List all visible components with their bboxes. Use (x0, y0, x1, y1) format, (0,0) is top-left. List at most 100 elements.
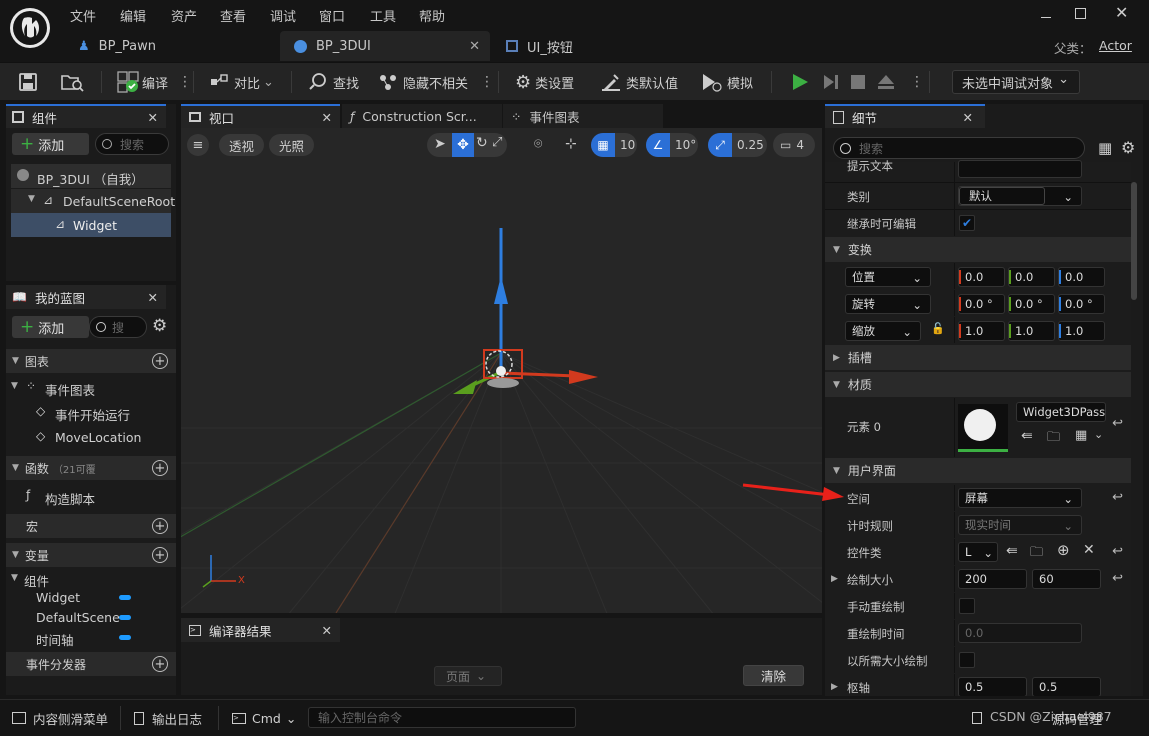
menu-edit[interactable]: 编辑 (120, 6, 146, 25)
rotation-z-input[interactable]: 0.0 ° (1058, 294, 1105, 314)
material-name-field[interactable]: Widget3DPassT (1016, 402, 1106, 422)
timing-dropdown[interactable]: 现实时间 ⌄ (958, 515, 1082, 535)
close-icon[interactable]: ✕ (322, 110, 332, 125)
expand-arrow-icon[interactable]: ▶ (831, 574, 838, 584)
play-button[interactable] (790, 70, 810, 94)
variable-widget[interactable]: Widget (6, 589, 176, 607)
add-circle-icon[interactable]: ⊕ (1057, 541, 1070, 559)
clear-button[interactable]: 清除 (743, 665, 804, 686)
blueprint-search-input[interactable]: 搜 (89, 316, 147, 338)
content-drawer-button[interactable]: 内容侧滑菜单 (12, 708, 108, 728)
tab-viewport[interactable]: 视口 ✕ (181, 104, 340, 128)
minimize-icon[interactable] (1038, 4, 1056, 22)
pivot-y-input[interactable]: 0.5 (1032, 677, 1101, 696)
reset-arrow-icon[interactable]: ↩ (1112, 544, 1123, 559)
tab-event-graph[interactable]: ⁘ 事件图表 (503, 104, 663, 128)
class-settings-button[interactable]: ⚙ 类设置 (515, 70, 574, 94)
add-component-button[interactable]: + 添加 (12, 133, 89, 155)
compile-button[interactable]: 编译 ⋮ (117, 70, 192, 94)
tree-item-self[interactable]: BP_3DUI （自我） (11, 164, 171, 188)
output-log-button[interactable]: 输出日志 (134, 708, 202, 728)
settings-gear-icon[interactable]: ⚙ (1121, 138, 1135, 157)
tab-construction-script[interactable]: ƒ Construction Scr... (342, 104, 502, 128)
category-dropdown[interactable]: 默认 ⌄ (958, 186, 1082, 206)
rotation-y-input[interactable]: 0.0 ° (1008, 294, 1055, 314)
eject-button[interactable] (876, 70, 896, 94)
menu-asset[interactable]: 资产 (171, 6, 197, 25)
tree-item-move-location[interactable]: ◇ MoveLocation (6, 426, 176, 448)
menu-tools[interactable]: 工具 (370, 6, 396, 25)
doc-tab-bp-3dui[interactable]: BP_3DUI ✕ (280, 31, 490, 61)
play-options-icon[interactable]: ⋮ (910, 70, 924, 94)
inherit-editable-checkbox[interactable]: ✔ (959, 215, 975, 231)
tree-item-default-scene-root[interactable]: ▼ ⊿ DefaultSceneRoot (11, 189, 175, 213)
close-icon[interactable]: ✕ (963, 110, 973, 125)
expand-arrow-icon[interactable]: ▶ (831, 682, 838, 692)
browse-folder-icon[interactable]: 🗀 (1047, 428, 1060, 450)
variable-default-scene[interactable]: DefaultScene (6, 609, 176, 627)
stop-button[interactable] (850, 70, 866, 94)
details-tab[interactable]: 细节 ✕ (825, 104, 985, 128)
rotation-x-input[interactable]: 0.0 ° (958, 294, 1005, 314)
details-scrollbar[interactable] (1131, 182, 1137, 300)
section-graphs[interactable]: ▼ 图表 + (6, 349, 176, 373)
maximize-icon[interactable] (1075, 8, 1086, 19)
location-y-input[interactable]: 0.0 (1008, 267, 1055, 287)
tree-item-components[interactable]: ▼ 组件 (6, 570, 176, 589)
world-local-icon[interactable]: ⌾ (534, 136, 542, 152)
checker-icon[interactable]: ▦ (1075, 428, 1087, 443)
surface-snapping-icon[interactable]: ⊹ (565, 136, 577, 152)
class-defaults-button[interactable]: 类默认值 (601, 70, 678, 94)
compile-options-icon[interactable]: ⋮ (178, 74, 192, 90)
my-blueprint-tab[interactable]: 📖 我的蓝图 ✕ (6, 285, 166, 309)
close-icon[interactable]: ✕ (148, 110, 158, 125)
material-thumbnail[interactable] (958, 404, 1008, 452)
parent-class-link[interactable]: Actor (1099, 38, 1132, 53)
browse-button[interactable] (60, 70, 84, 94)
manual-redraw-checkbox[interactable] (959, 598, 975, 614)
grid-snap-toggle[interactable]: ▦ 10 (591, 133, 637, 157)
section-sockets[interactable]: ▶ 插槽 (825, 345, 1131, 370)
use-selected-icon[interactable]: ⇚ (1021, 428, 1033, 444)
hide-unrelated-button[interactable]: 隐藏不相关 ⋮ (378, 70, 494, 94)
lock-icon[interactable]: 🔓 (931, 322, 945, 335)
rotate-tool-icon[interactable]: ↻ (476, 135, 488, 151)
translate-tool-icon[interactable]: ✥ (452, 133, 474, 157)
simulate-button[interactable]: 模拟 (701, 70, 753, 94)
section-event-dispatchers[interactable]: 事件分发器 + (6, 652, 176, 676)
rotation-snap-toggle[interactable]: ∠ 10° (646, 133, 698, 157)
tree-item-widget[interactable]: ⊿ Widget (11, 213, 171, 237)
debug-object-dropdown[interactable]: 未选中调试对象 ⌄ (952, 70, 1080, 94)
scale-y-input[interactable]: 1.0 (1008, 321, 1055, 341)
add-blueprint-item-button[interactable]: + 添加 (12, 316, 89, 338)
scale-tool-icon[interactable]: ⤢ (492, 135, 502, 150)
settings-gear-icon[interactable]: ⚙ (152, 316, 167, 336)
add-event-dispatcher-icon[interactable]: + (152, 656, 168, 672)
unreal-logo[interactable] (8, 6, 52, 50)
doc-tab-ui-button[interactable]: UI_按钮 (494, 31, 654, 61)
add-graph-icon[interactable]: + (152, 353, 168, 369)
section-functions[interactable]: ▼ 函数 （21可覆 + (6, 456, 176, 480)
menu-debug[interactable]: 调试 (270, 6, 296, 25)
diff-button[interactable]: 对比 ⌄ (210, 70, 274, 94)
menu-view[interactable]: 查看 (220, 6, 246, 25)
section-macros[interactable]: 宏 + (6, 514, 176, 538)
section-materials[interactable]: ▼ 材质 (825, 372, 1131, 397)
advance-frame-button[interactable] (821, 70, 841, 94)
widget-class-dropdown[interactable]: L ⌄ (958, 542, 998, 562)
scale-z-input[interactable]: 1.0 (1058, 321, 1105, 341)
browse-folder-icon[interactable]: 🗀 (1030, 543, 1043, 565)
close-icon[interactable]: ✕ (322, 623, 332, 638)
draw-size-x-input[interactable]: 200 (958, 569, 1027, 589)
chevron-down-icon[interactable]: ⌄ (1094, 428, 1103, 441)
clear-x-icon[interactable]: ✕ (1083, 542, 1095, 558)
find-button[interactable]: 查找 (308, 70, 359, 94)
location-z-input[interactable]: 0.0 (1058, 267, 1105, 287)
pivot-x-input[interactable]: 0.5 (958, 677, 1027, 696)
details-search-input[interactable]: 搜索 (833, 137, 1085, 159)
select-tool-icon[interactable]: ➤ (434, 136, 446, 152)
tree-item-event-graph[interactable]: ▼ ⁘ 事件图表 (6, 376, 176, 398)
add-function-icon[interactable]: + (152, 460, 168, 476)
menu-help[interactable]: 帮助 (419, 6, 445, 25)
component-search-input[interactable]: 搜索 (95, 133, 169, 155)
